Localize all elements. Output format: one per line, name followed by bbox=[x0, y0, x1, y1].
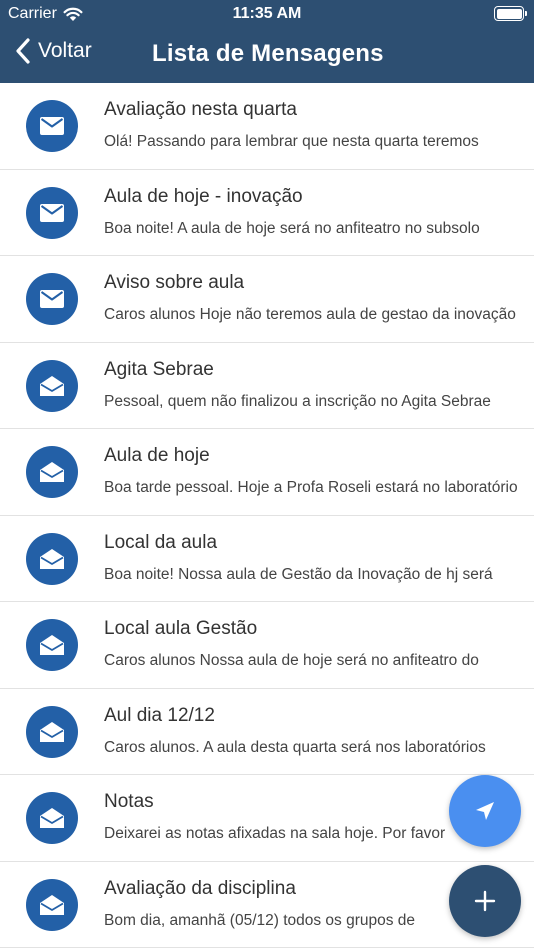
message-preview: Caros alunos Nossa aula de hoje será no … bbox=[104, 652, 479, 669]
message-title: Aviso sobre aula bbox=[104, 272, 245, 293]
mail-open-icon bbox=[26, 446, 78, 498]
message-title: Local da aula bbox=[104, 531, 218, 553]
message-row[interactable]: Aul dia 12/12 Caros alunos. A aula desta… bbox=[0, 689, 534, 775]
message-title: Notas bbox=[104, 791, 154, 812]
page-title: Lista de Mensagens bbox=[152, 40, 384, 67]
message-title: Avaliação nesta quarta bbox=[104, 99, 297, 120]
status-bar: Carrier 11:35 AM bbox=[0, 0, 534, 28]
message-title: Local aula Gestão bbox=[104, 618, 258, 639]
mail-open-icon bbox=[26, 792, 78, 844]
mail-open-icon bbox=[26, 359, 78, 412]
message-row[interactable]: Aviso sobre aula Caros alunos Hoje não t… bbox=[0, 256, 534, 343]
nav-bar: Voltar Lista de Mensagens bbox=[0, 28, 534, 83]
message-preview: Boa noite! A aula de hoje será no anfite… bbox=[104, 219, 480, 237]
message-preview: Caros alunos Hoje não teremos aula de ge… bbox=[104, 306, 516, 323]
send-button[interactable] bbox=[449, 775, 521, 847]
message-title: Aula de hoje bbox=[104, 445, 210, 466]
message-preview: Olá! Passando para lembrar que nesta qua… bbox=[104, 133, 479, 150]
mail-closed-icon bbox=[26, 273, 78, 325]
message-row[interactable]: Local aula Gestão Caros alunos Nossa aul… bbox=[0, 602, 534, 689]
header: Carrier 11:35 AM Voltar Lista de Mensage… bbox=[0, 0, 534, 83]
status-time: 11:35 AM bbox=[232, 5, 302, 22]
mail-open-icon bbox=[26, 705, 78, 758]
mail-open-icon bbox=[26, 532, 78, 585]
message-preview: Caros alunos. A aula desta quarta será n… bbox=[104, 738, 486, 756]
message-row[interactable]: Avaliação nesta quarta Olá! Passando par… bbox=[0, 83, 534, 170]
send-icon bbox=[476, 802, 494, 820]
chevron-left-icon bbox=[16, 38, 30, 64]
message-preview: Boa tarde pessoal. Hoje a Profa Roseli e… bbox=[104, 479, 518, 496]
battery-icon bbox=[494, 6, 527, 21]
message-title: Aula de hoje - inovação bbox=[104, 185, 303, 207]
plus-icon bbox=[474, 890, 496, 912]
mail-open-icon bbox=[26, 878, 78, 931]
add-message-button[interactable] bbox=[449, 865, 521, 937]
message-row[interactable]: Local da aula Boa noite! Nossa aula de G… bbox=[0, 516, 534, 602]
message-title: Avaliação da disciplina bbox=[104, 877, 296, 899]
message-row[interactable]: Agita Sebrae Pessoal, quem não finalizou… bbox=[0, 343, 534, 429]
mail-closed-icon bbox=[26, 100, 78, 152]
back-button[interactable]: Voltar bbox=[16, 38, 92, 64]
message-row[interactable]: Aula de hoje Boa tarde pessoal. Hoje a P… bbox=[0, 429, 534, 516]
message-preview: Pessoal, quem não finalizou a inscrição … bbox=[104, 392, 491, 410]
message-row[interactable]: Aula de hoje - inovação Boa noite! A aul… bbox=[0, 170, 534, 256]
message-title: Aul dia 12/12 bbox=[104, 704, 215, 726]
mail-open-icon bbox=[26, 619, 78, 671]
message-preview: Boa noite! Nossa aula de Gestão da Inova… bbox=[104, 565, 493, 583]
message-title: Agita Sebrae bbox=[104, 358, 214, 380]
back-label: Voltar bbox=[38, 39, 92, 62]
mail-closed-icon bbox=[26, 186, 78, 239]
